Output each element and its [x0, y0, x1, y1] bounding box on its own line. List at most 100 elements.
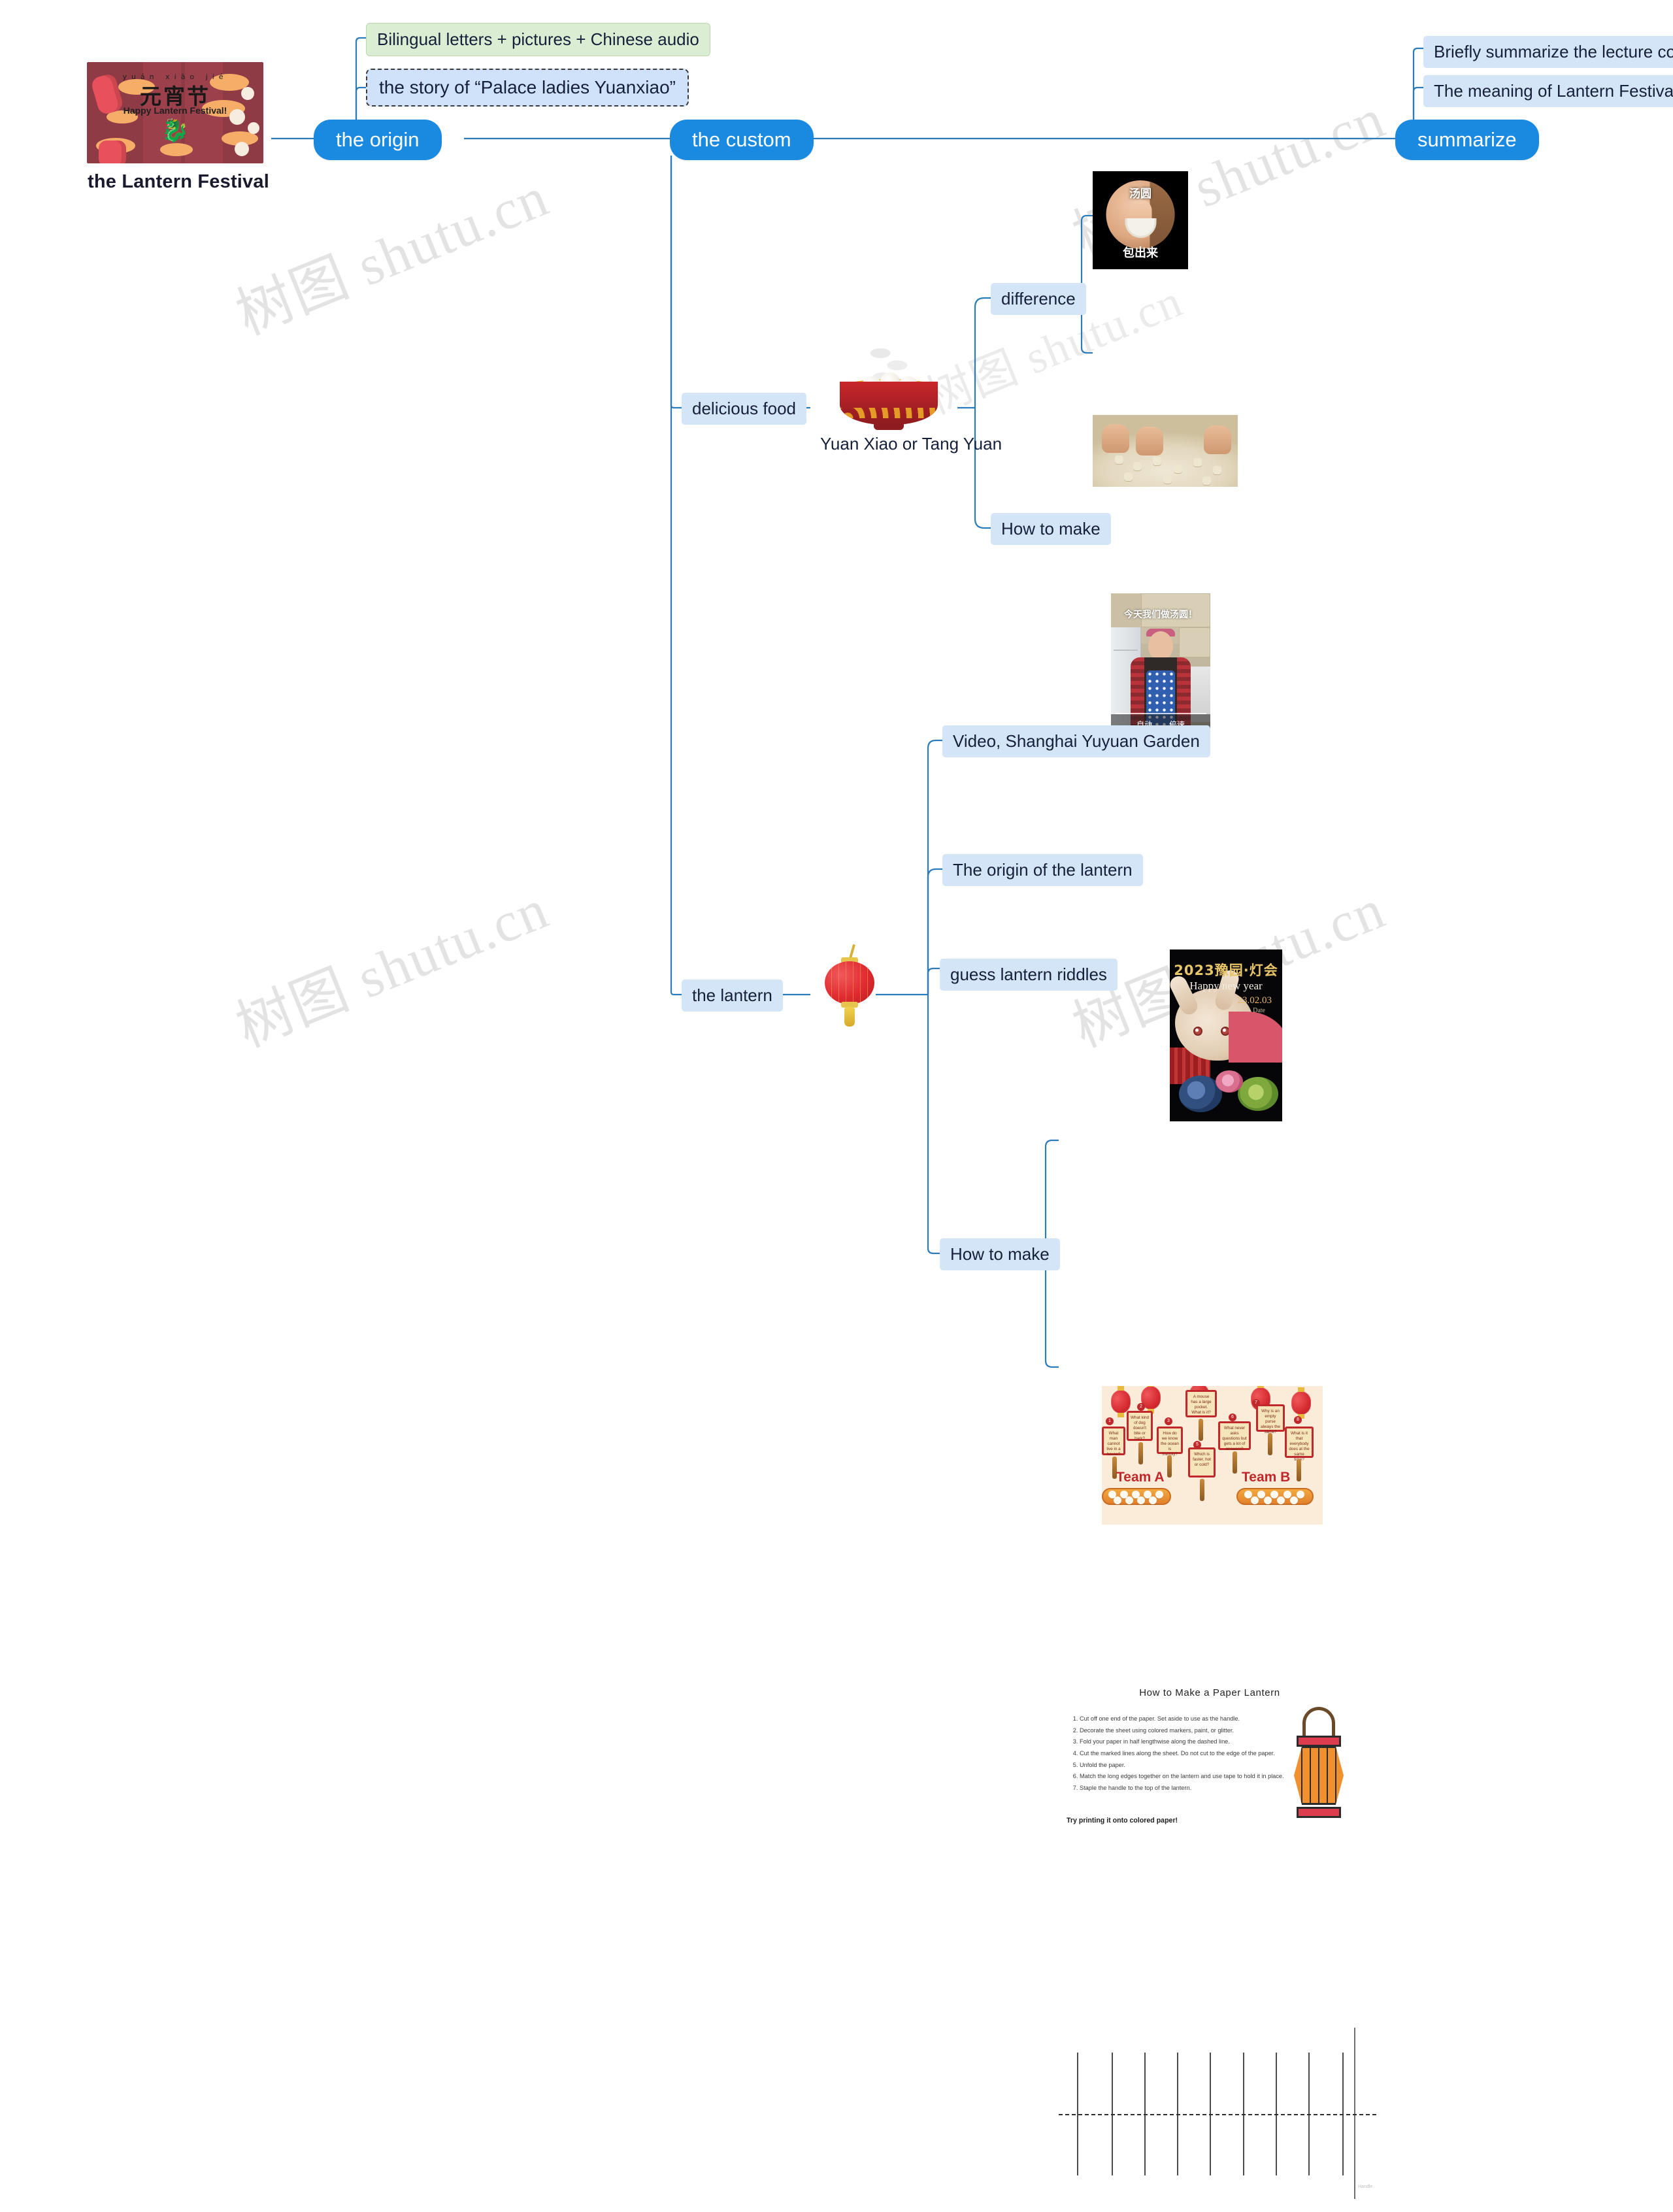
paper-lantern-cut-template[interactable]: Handle: [1059, 2016, 1376, 2212]
handle-label: Handle: [1358, 2185, 1373, 2189]
node-guess-lantern-riddles-label: guess lantern riddles: [940, 959, 1118, 991]
sheet-step: Cut the marked lines along the sheet. Do…: [1080, 1748, 1302, 1760]
sheet-step: Cut off one end of the paper. Set aside …: [1080, 1713, 1302, 1725]
lantern-icon: [1111, 1390, 1131, 1413]
node-briefly-summarize-label: Briefly summarize the lecture content: [1423, 36, 1673, 69]
sheet-step: Staple the handle to the top of the lant…: [1080, 1783, 1302, 1794]
node-delicious-food[interactable]: delicious food: [682, 393, 806, 425]
node-the-lantern[interactable]: the lantern: [682, 980, 783, 1012]
sheet-footer-note: Try printing it onto colored paper!: [1067, 1817, 1178, 1824]
hand: [1204, 425, 1231, 454]
node-difference-label: difference: [991, 283, 1086, 316]
riddle-card: What never asks questions but gets a lot…: [1218, 1421, 1251, 1451]
lantern-tassel: [844, 1007, 855, 1027]
node-bilingual-letters[interactable]: Bilingual letters + pictures + Chinese a…: [366, 23, 710, 56]
node-story-palace-ladies-label: the story of “Palace ladies Yuanxiao”: [366, 69, 689, 107]
node-lantern-how-to-make[interactable]: How to make: [940, 1238, 1060, 1271]
node-food-how-to-make[interactable]: How to make: [991, 513, 1111, 546]
riddle-number: 1: [1106, 1417, 1114, 1425]
cloud-lantern: [1238, 1077, 1278, 1111]
node-difference[interactable]: difference: [991, 283, 1086, 316]
node-summarize[interactable]: summarize: [1395, 120, 1539, 160]
kitchen-video-overlay-text: 今天我们做汤圆！: [1124, 610, 1197, 620]
node-story-palace-ladies[interactable]: the story of “Palace ladies Yuanxiao”: [366, 69, 689, 107]
yuyuan-poster-date: 23.02.03: [1237, 995, 1272, 1006]
hand: [1102, 424, 1129, 453]
root-title: the Lantern Festival: [88, 171, 269, 192]
lantern-globe: [825, 961, 874, 1004]
lantern-festival-poster-image: yuán xiāo jié 元宵节 Happy Lantern Festival…: [87, 62, 263, 163]
tassel: [1297, 1459, 1301, 1481]
yuanxiao-piece: [1133, 462, 1142, 470]
node-meaning-lantern-festival[interactable]: The meaning of Lantern Festival: [1423, 75, 1673, 108]
riddle-number: 3: [1165, 1417, 1172, 1425]
node-lantern-how-to-make-label: How to make: [940, 1238, 1060, 1271]
riddle-number: 2: [1137, 1403, 1145, 1411]
yuanxiao-piece: [1153, 457, 1161, 465]
sheet-step: Fold your paper in half lengthwise along…: [1080, 1736, 1302, 1748]
red-lantern-illustration: [818, 944, 881, 1028]
lantern-bottom-band: [1297, 1807, 1341, 1818]
yuyuan-garden-poster[interactable]: 2023豫园·灯会 Happy new year 23.02.03 Date: [1170, 949, 1282, 1121]
watermark: 树图 shutu.cn: [227, 877, 557, 1059]
sheet-step: Match the long edges together on the lan…: [1080, 1771, 1302, 1783]
node-the-lantern-label: the lantern: [682, 980, 783, 1012]
tassel: [1199, 1419, 1203, 1441]
kitchen-cabinet: [1179, 627, 1210, 657]
yuanxiao-piece: [1174, 465, 1182, 473]
mindmap-canvas: 树图 shutu.cn 树图 shutu.cn 树图 shutu.cn 树图 s…: [0, 0, 1673, 2212]
tangyuan-video-thumbnail[interactable]: 汤圆 包出来: [1093, 171, 1188, 269]
watermark: 树图 shutu.cn: [227, 165, 557, 347]
riddle-number: 6: [1229, 1413, 1236, 1421]
node-video-shanghai-yuyuan-garden[interactable]: Video, Shanghai Yuyuan Garden: [942, 725, 1210, 758]
bowl-foot: [874, 422, 904, 430]
tangyuan-video-top-text: 汤圆: [1129, 188, 1151, 201]
yuyuan-poster-greeting: Happy new year: [1189, 980, 1263, 992]
node-food-how-to-make-label: How to make: [991, 513, 1111, 546]
team-a-label: Team A: [1116, 1470, 1165, 1485]
node-the-custom[interactable]: the custom: [670, 120, 814, 160]
wooden-table: [1150, 180, 1175, 249]
riddle-number: 8: [1294, 1416, 1302, 1424]
fold-line: [1059, 2114, 1376, 2115]
node-summarize-label: summarize: [1395, 120, 1539, 160]
tangyuan-video-bottom-text: 包出来: [1123, 246, 1158, 260]
cloud-lantern: [1216, 1070, 1243, 1093]
root-node[interactable]: yuán xiāo jié 元宵节 Happy Lantern Festival…: [87, 62, 270, 193]
sheet-title: How to Make a Paper Lantern: [1139, 1687, 1280, 1698]
rabbit-eye: [1193, 1027, 1202, 1036]
riddle-card: Why is an empty purse always the same?: [1256, 1404, 1285, 1434]
riddle-card: How do we know the ocean is friendly?: [1157, 1427, 1183, 1457]
lantern-riddles-poster[interactable]: 1 What man cannot live in a house? 2 Wha…: [1102, 1386, 1323, 1525]
paper-lantern-instructions-sheet[interactable]: How to Make a Paper Lantern Cut off one …: [1059, 1685, 1361, 1841]
riddle-card: What is it that everybody does at the sa…: [1285, 1427, 1314, 1462]
riddle-card: Which is faster, hot or cold?: [1188, 1447, 1216, 1477]
tassel: [1138, 1442, 1143, 1464]
node-briefly-summarize[interactable]: Briefly summarize the lecture content: [1423, 36, 1673, 69]
kitchen-video-thumbnail[interactable]: 今天我们做汤圆！ 自动 倍速: [1111, 593, 1210, 734]
node-the-custom-label: the custom: [670, 120, 814, 160]
paper-lantern-diagram: [1291, 1707, 1346, 1827]
yuanxiao-piece: [1193, 458, 1202, 467]
tangyuan-caption: Yuan Xiao or Tang Yuan: [820, 434, 1002, 454]
tassel: [1200, 1479, 1204, 1501]
riddle-card: A mouse has a large pocket. What is it?: [1185, 1390, 1217, 1417]
node-guess-lantern-riddles[interactable]: guess lantern riddles: [940, 959, 1118, 991]
rolling-yuanxiao-photo[interactable]: [1093, 415, 1238, 487]
handle-strip-edge: [1354, 2028, 1355, 2199]
fan-lantern: [1229, 1012, 1282, 1063]
team-b-label: Team B: [1242, 1470, 1291, 1485]
yuyuan-poster-title: 2023豫园·灯会: [1174, 963, 1278, 978]
node-bilingual-letters-label: Bilingual letters + pictures + Chinese a…: [366, 23, 710, 56]
yuanxiao-piece: [1202, 476, 1211, 485]
node-origin-of-the-lantern[interactable]: The origin of the lantern: [942, 854, 1143, 887]
lantern-icon: [1291, 1391, 1311, 1415]
node-the-origin[interactable]: the origin: [314, 120, 442, 160]
sheet-step: Unfold the paper.: [1080, 1760, 1302, 1772]
sheet-steps-list: Cut off one end of the paper. Set aside …: [1067, 1713, 1302, 1794]
riddle-card: What man cannot live in a house?: [1102, 1427, 1125, 1457]
yuanxiao-piece: [1163, 475, 1172, 484]
node-delicious-food-label: delicious food: [682, 393, 806, 425]
yuanxiao-piece: [1124, 472, 1133, 481]
node-video-shanghai-yuyuan-garden-label: Video, Shanghai Yuyuan Garden: [942, 725, 1210, 758]
